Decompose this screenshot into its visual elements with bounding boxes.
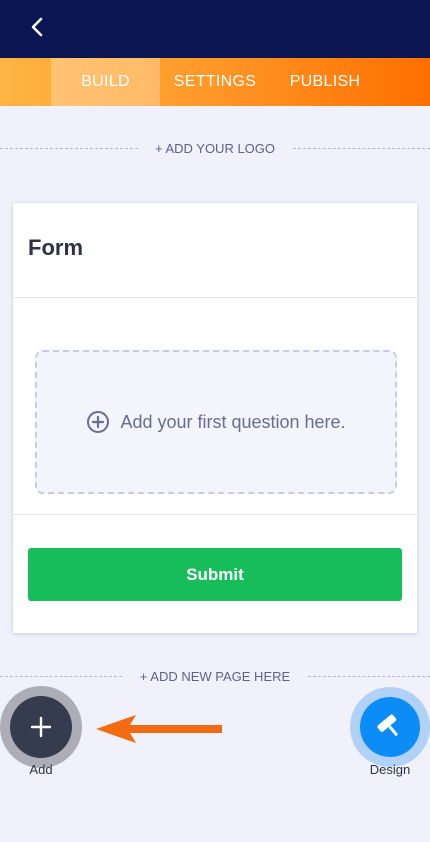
form-title[interactable]: Form xyxy=(28,235,83,261)
add-page-container: + ADD NEW PAGE HERE xyxy=(0,666,430,688)
add-element-button[interactable] xyxy=(10,696,72,758)
design-button[interactable] xyxy=(360,697,420,757)
add-logo-button[interactable]: + ADD YOUR LOGO xyxy=(146,141,284,156)
divider-line xyxy=(13,514,417,515)
tab-build[interactable]: BUILD xyxy=(51,58,160,106)
design-fab-halo xyxy=(350,687,430,767)
add-logo-row: + ADD YOUR LOGO xyxy=(0,138,430,160)
add-question-dropzone[interactable]: Add your first question here. xyxy=(35,350,397,494)
add-button-label: Add xyxy=(29,762,53,777)
add-page-button[interactable]: + ADD NEW PAGE HERE xyxy=(131,669,299,684)
paint-roller-icon xyxy=(377,714,398,736)
tab-settings[interactable]: SETTINGS xyxy=(160,58,270,106)
divider-line xyxy=(13,297,417,298)
dropzone-label: Add your first question here. xyxy=(120,411,346,432)
tab-publish[interactable]: PUBLISH xyxy=(270,58,380,106)
plus-icon xyxy=(30,716,52,738)
add-logo-container: + ADD YOUR LOGO xyxy=(0,138,430,160)
form-card: Form Add your first question here. Submi… xyxy=(13,203,417,633)
submit-button[interactable]: Submit xyxy=(28,548,402,601)
design-button-label: Design xyxy=(369,762,411,777)
back-button[interactable] xyxy=(22,12,52,42)
arrow-left-icon xyxy=(96,715,222,743)
tab-bar: BUILD SETTINGS PUBLISH xyxy=(0,58,430,106)
add-fab-halo xyxy=(0,686,82,768)
top-bar xyxy=(0,0,430,58)
add-page-row: + ADD NEW PAGE HERE xyxy=(0,666,430,688)
chevron-left-icon xyxy=(31,17,43,37)
plus-circle-icon xyxy=(87,411,110,433)
